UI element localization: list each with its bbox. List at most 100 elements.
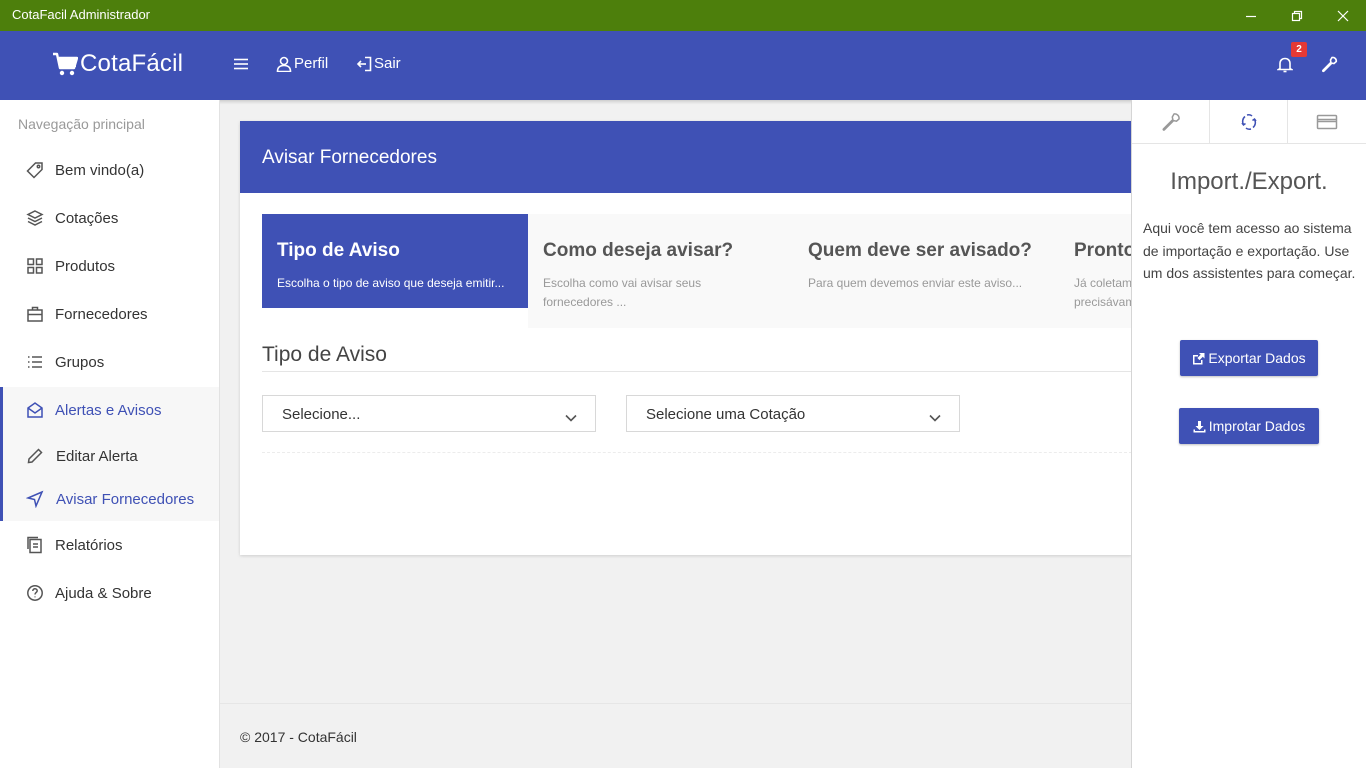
brand-logo[interactable]: CotaFácil xyxy=(52,50,183,78)
sidebar-item-label: Fornecedores xyxy=(55,305,148,323)
export-data-button[interactable]: Exportar Dados xyxy=(1180,340,1318,376)
card-header: Avisar Fornecedores xyxy=(240,121,1132,193)
tab-sync[interactable] xyxy=(1210,100,1288,144)
help-icon xyxy=(26,584,44,602)
quote-select[interactable]: Selecione uma Cotação xyxy=(626,395,960,432)
share-icon xyxy=(1193,352,1205,364)
panel-tabs xyxy=(1132,100,1366,144)
close-icon xyxy=(1337,10,1349,21)
panel-title: Import./Export. xyxy=(1170,168,1328,195)
user-icon xyxy=(276,56,292,72)
right-panel: Import./Export. Aqui você tem acesso ao … xyxy=(1131,100,1366,768)
wizard-step-2[interactable]: Como deseja avisar? Escolha como vai avi… xyxy=(528,214,794,328)
step-title: Tipo de Aviso xyxy=(277,240,400,261)
layers-icon xyxy=(26,209,44,227)
tab-payment[interactable] xyxy=(1288,100,1366,144)
sidebar: Navegação principal Bem vindo(a) Cotaçõe… xyxy=(0,100,220,768)
sidebar-item-welcome[interactable]: Bem vindo(a) xyxy=(0,147,219,193)
select-value: Selecione uma Cotação xyxy=(646,406,806,423)
panel-description: Aqui você tem acesso ao sistema de impor… xyxy=(1143,220,1356,281)
restore-button[interactable] xyxy=(1274,0,1320,31)
credit-card-icon xyxy=(1316,114,1338,130)
sidebar-item-quotes[interactable]: Cotações xyxy=(0,195,219,241)
sidebar-item-label: Grupos xyxy=(55,353,105,371)
sidebar-item-label: Editar Alerta xyxy=(56,447,138,465)
sidebar-item-label: Avisar Fornecedores xyxy=(56,490,195,508)
sync-icon xyxy=(1240,114,1257,130)
profile-label: Perfil xyxy=(294,55,329,72)
section-divider xyxy=(262,371,1132,372)
wizard-step-3[interactable]: Quem deve ser avisado? Para quem devemos… xyxy=(793,214,1059,328)
tab-tools[interactable] xyxy=(1132,100,1210,144)
import-label: Improtar Dados xyxy=(1208,418,1306,434)
grid-icon xyxy=(26,257,44,275)
window-title: CotaFacil Administrador xyxy=(12,7,150,22)
envelope-open-icon xyxy=(26,401,44,419)
app-header: CotaFácil Perfil Sair 2 xyxy=(0,31,1366,100)
hamburger-icon xyxy=(234,58,248,70)
sidebar-item-groups[interactable]: Grupos xyxy=(0,339,219,385)
brand-name: CotaFácil xyxy=(80,50,184,77)
window-titlebar: CotaFacil Administrador xyxy=(0,0,1366,31)
chevron-down-icon xyxy=(565,409,577,426)
sidebar-item-products[interactable]: Produtos xyxy=(0,243,219,289)
card-title: Avisar Fornecedores xyxy=(262,147,437,168)
tag-icon xyxy=(26,161,44,179)
minimize-button[interactable] xyxy=(1228,0,1274,31)
chevron-down-icon xyxy=(929,409,941,426)
alert-type-select[interactable]: Selecione... xyxy=(262,395,596,432)
menu-toggle-button[interactable] xyxy=(234,58,248,70)
settings-button[interactable] xyxy=(1321,56,1338,73)
sidebar-item-label: Relatórios xyxy=(55,536,123,554)
sidebar-item-label: Bem vindo(a) xyxy=(55,161,145,179)
step-description: Para quem devemos enviar este aviso... xyxy=(808,276,1023,290)
step-title: Pronto! xyxy=(1074,240,1132,261)
footer-text: © 2017 - CotaFácil xyxy=(240,729,357,745)
step-description: Escolha o tipo de aviso que deseja emiti… xyxy=(277,276,505,290)
sidebar-item-suppliers[interactable]: Fornecedores xyxy=(0,291,219,337)
sidebar-item-notify-suppliers[interactable]: Avisar Fornecedores xyxy=(3,476,219,522)
download-icon xyxy=(1193,420,1206,432)
sidebar-item-label: Produtos xyxy=(55,257,116,275)
sidebar-item-help[interactable]: Ajuda & Sobre xyxy=(0,570,219,616)
sidebar-section-label: Navegação principal xyxy=(18,116,145,132)
wrench-icon xyxy=(1162,113,1180,131)
logout-link[interactable]: Sair xyxy=(356,55,401,72)
reports-icon xyxy=(26,536,44,554)
restore-icon xyxy=(1291,10,1303,21)
wizard-card: Avisar Fornecedores Tipo de Aviso Escolh… xyxy=(240,121,1132,555)
wizard-step-4[interactable]: Pronto! Já coletamos tudo que precisávam… xyxy=(1059,214,1132,328)
footer: © 2017 - CotaFácil xyxy=(220,703,1132,768)
cart-icon xyxy=(53,52,78,76)
pencil-icon xyxy=(26,447,44,465)
wrench-icon xyxy=(1322,56,1338,73)
step-description: Escolha como vai avisar seus fornecedore… xyxy=(543,276,702,309)
step-title: Como deseja avisar? xyxy=(543,240,734,261)
profile-link[interactable]: Perfil xyxy=(276,55,328,72)
step-title: Quem deve ser avisado? xyxy=(808,240,1032,261)
sidebar-item-edit-alert[interactable]: Editar Alerta xyxy=(3,433,219,479)
sidebar-item-label: Ajuda & Sobre xyxy=(55,584,152,602)
step-description: Já coletamos tudo que precisávamos... xyxy=(1074,276,1132,309)
close-window-button[interactable] xyxy=(1320,0,1366,31)
logout-label: Sair xyxy=(374,55,401,72)
section-title: Tipo de Aviso xyxy=(262,343,387,366)
select-value: Selecione... xyxy=(282,406,361,423)
briefcase-icon xyxy=(26,305,44,323)
notification-badge: 2 xyxy=(1291,42,1307,57)
sidebar-item-alerts[interactable]: Alertas e Avisos xyxy=(3,387,219,433)
bell-icon xyxy=(1277,57,1293,73)
send-icon xyxy=(25,490,44,509)
sidebar-group-alerts: Alertas e Avisos Editar Alerta Avisar Fo… xyxy=(0,387,219,521)
sign-out-icon xyxy=(356,56,372,71)
export-label: Exportar Dados xyxy=(1208,350,1306,366)
import-data-button[interactable]: Improtar Dados xyxy=(1179,408,1319,444)
notifications-button[interactable] xyxy=(1277,56,1293,73)
sidebar-item-label: Alertas e Avisos xyxy=(55,401,162,419)
wizard-step-1[interactable]: Tipo de Aviso Escolha o tipo de aviso qu… xyxy=(262,214,528,308)
minimize-icon xyxy=(1246,15,1256,17)
list-icon xyxy=(26,353,44,371)
sidebar-item-label: Cotações xyxy=(55,209,119,227)
sidebar-item-reports[interactable]: Relatórios xyxy=(0,522,219,568)
form-divider xyxy=(262,452,1132,453)
